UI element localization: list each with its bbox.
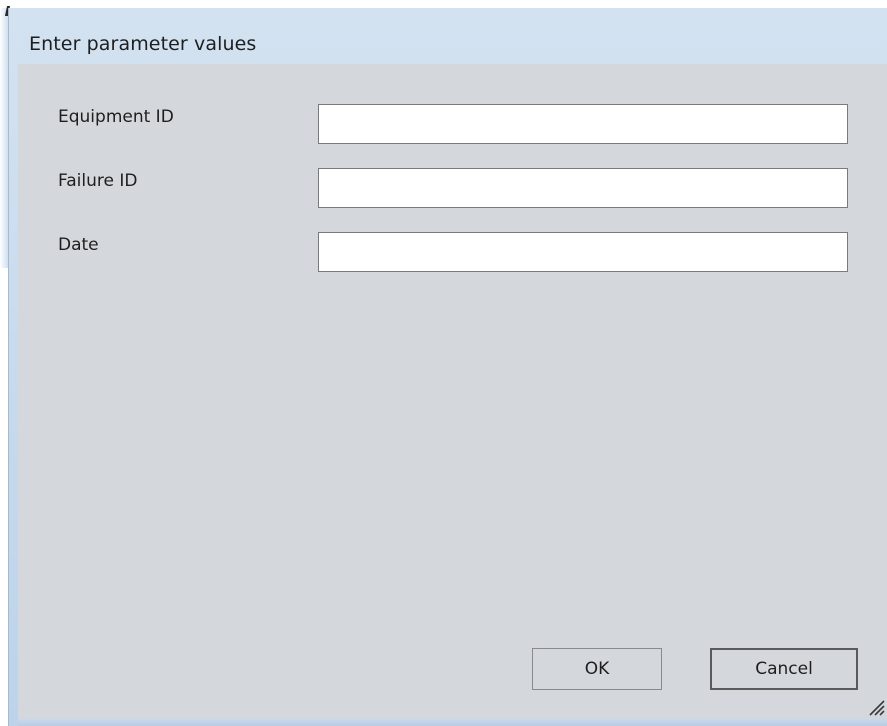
resize-grip-icon[interactable] [864, 695, 886, 717]
ok-button[interactable]: OK [532, 648, 662, 690]
failure-id-input[interactable] [318, 168, 848, 208]
failure-id-label: Failure ID [58, 171, 138, 191]
dialog-title: Enter parameter values [29, 33, 257, 55]
cancel-button[interactable]: Cancel [710, 648, 858, 690]
dialog-titlebar[interactable]: Enter parameter values [9, 8, 887, 64]
dialog-bottom-border [18, 719, 887, 726]
parameter-dialog: Enter parameter values Equipment ID Fail… [8, 8, 887, 726]
equipment-id-label: Equipment ID [58, 107, 174, 127]
window-edge-accent [0, 8, 8, 268]
dialog-client-area: Equipment ID Failure ID Date OK Cancel [18, 64, 887, 719]
equipment-id-input[interactable] [318, 104, 848, 144]
date-label: Date [58, 235, 99, 255]
date-input[interactable] [318, 232, 848, 272]
